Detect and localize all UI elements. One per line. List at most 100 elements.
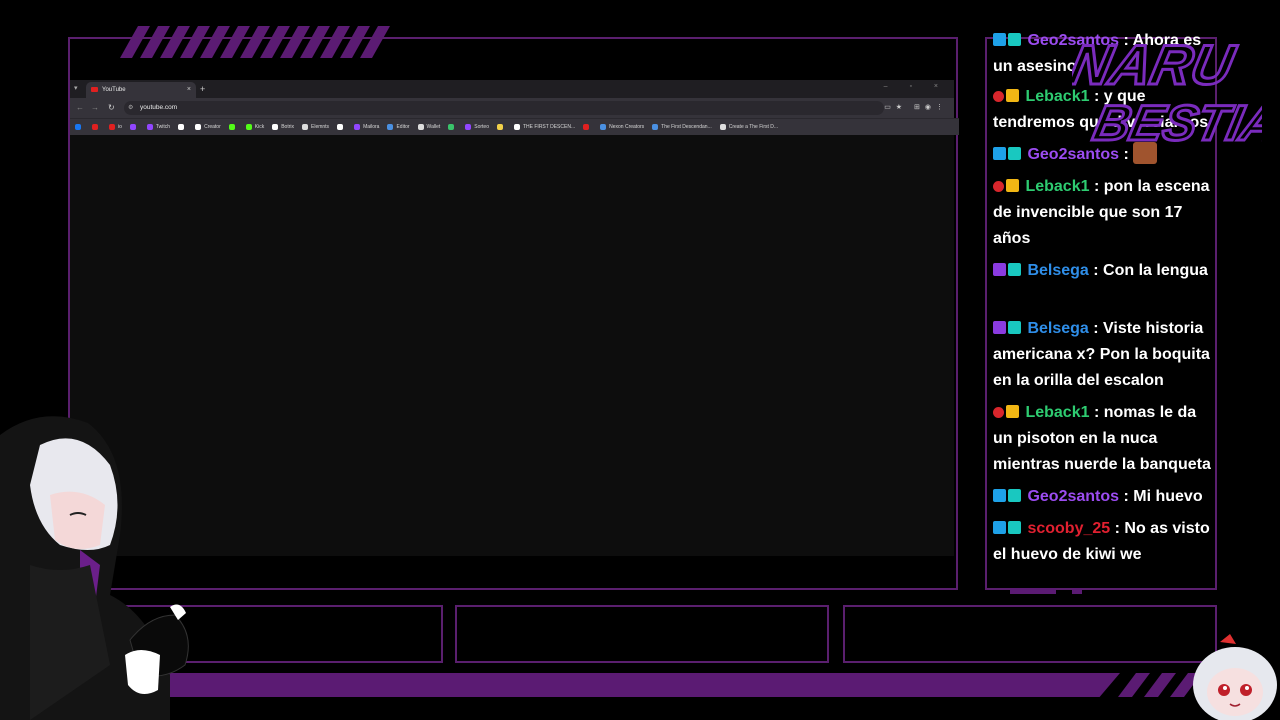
bookmark-kick-icon (245, 124, 252, 130)
svg-text:BESTIA: BESTIA (1089, 95, 1262, 151)
chat-message: scooby_25 : No as visto el huevo de kiwi… (993, 520, 1210, 563)
youtube-bookmark-icon (92, 124, 98, 130)
chat-message: Belsega : Viste historia americana x? Po… (993, 320, 1210, 389)
bookmark-sorteo[interactable]: Sorteo (465, 124, 489, 130)
bookmark-red-icon (583, 124, 590, 130)
teal-badge-icon (1008, 321, 1021, 334)
blue-badge-icon (993, 521, 1006, 534)
bookmark-mailora-icon (354, 124, 361, 130)
chat-message: Leback1 : pon la escena de invencible qu… (993, 178, 1210, 247)
browser-toolbar: ← → ↻ ⚙ youtube.com ▭★ ⊞◉⋮ (70, 98, 954, 118)
bottom-accent-bar (100, 673, 1120, 697)
bookmark-twitch[interactable]: Twitch (146, 124, 171, 130)
svg-text:NARU: NARU (1072, 34, 1241, 96)
gold-badge-icon (1006, 405, 1019, 418)
bookmark-label: THE FIRST DESCEN... (522, 124, 576, 130)
bookmark-label: Kick (254, 124, 265, 130)
chat-message: Leback1 : nomas le da un pisoton en la n… (993, 404, 1211, 473)
bookmark-label: Botrix (281, 124, 294, 130)
teal-badge-icon (1008, 147, 1021, 160)
bookmark-label: Wallet (426, 124, 441, 130)
reload-icon[interactable]: ↻ (108, 103, 115, 112)
bookmark-tfd[interactable]: The First Descendan... (652, 124, 712, 130)
facebook-bookmark[interactable] (75, 124, 84, 130)
site-info-icon[interactable]: ⚙ (128, 101, 133, 115)
bookmark-kick-icon[interactable] (228, 124, 238, 130)
bookmark-purple[interactable] (129, 124, 139, 130)
red-badge-icon (993, 407, 1004, 418)
browser-tab-bar: ▾ YouTube × + – ▫ × (70, 80, 954, 98)
bookmark-create[interactable]: Create a The First D... (719, 124, 779, 130)
chat-message: Geo2santos : Mi huevo (993, 484, 1219, 510)
bookmark-create-icon (719, 124, 726, 130)
bookmark-kick[interactable]: Kick (245, 124, 265, 130)
browser-tab-youtube[interactable]: YouTube × (86, 82, 196, 98)
back-arrow-icon[interactable]: ← (76, 103, 84, 112)
bottom-panel-center (455, 605, 829, 663)
bookmark-twitch-icon (146, 124, 153, 130)
bookmark-editor-icon (387, 124, 394, 130)
tab-search-icon[interactable]: ▾ (74, 84, 78, 92)
chat-scroll-indicator-small (1072, 588, 1082, 594)
teal-badge-icon (1008, 263, 1021, 276)
bookmark-kick-icon-icon (228, 124, 235, 130)
bookmark-yellow[interactable] (496, 124, 506, 130)
purple-badge-icon (993, 263, 1006, 276)
youtube-bookmark[interactable] (92, 124, 101, 130)
address-bar-url: youtube.com (140, 104, 178, 111)
bookmark-label: Sorteo (474, 124, 489, 130)
window-controls[interactable]: – ▫ × (884, 83, 948, 90)
bookmark-wallet-icon (417, 124, 424, 130)
address-bar[interactable]: ⚙ youtube.com (124, 101, 884, 115)
new-tab-button[interactable]: + (200, 82, 205, 96)
blue-badge-icon (993, 33, 1006, 46)
bookmark-label: Twitch (155, 124, 171, 130)
bookmark-creator[interactable]: Creator (195, 124, 221, 130)
tab-close-icon[interactable]: × (187, 82, 191, 98)
bookmark-io-icon (109, 124, 115, 130)
bookmark-editor[interactable]: Editor (387, 124, 410, 130)
bookmark-label: The First Descendan... (661, 124, 712, 130)
bookmark-red[interactable] (583, 124, 592, 130)
chat-username: Leback1 (1025, 178, 1090, 195)
teal-badge-icon (1008, 521, 1021, 534)
bookmark-label: Nexon Creators (609, 124, 645, 130)
vtuber-character-left (0, 416, 189, 720)
red-badge-icon (993, 91, 1004, 102)
bookmark-tiktok-icon (178, 124, 185, 130)
bookmark-x[interactable] (337, 124, 346, 130)
bookmark-io[interactable]: io (109, 124, 122, 130)
bookmark-wallet[interactable]: Wallet (417, 124, 441, 130)
bookmark-purple-icon (129, 124, 136, 130)
bookmark-label: Create a The First D... (728, 124, 779, 130)
chat-username: Belsega (1027, 262, 1089, 279)
forward-arrow-icon[interactable]: → (91, 103, 99, 112)
chat-message-text: Mi huevo (1133, 488, 1203, 505)
vtuber-character-right (1193, 634, 1277, 720)
bookmark-green-icon (448, 124, 455, 130)
bookmark-elements[interactable]: Elemnts (302, 124, 329, 130)
toolbar-actions[interactable]: ▭★ ⊞◉⋮ (884, 103, 948, 111)
bookmark-botrix[interactable]: Botrix (272, 124, 294, 130)
chat-scroll-indicator (1010, 588, 1056, 594)
red-badge-icon (993, 181, 1004, 192)
blue-badge-icon (993, 147, 1006, 160)
bookmark-green[interactable] (448, 124, 457, 130)
bookmark-sorteo-icon (465, 124, 472, 130)
chat-message-text: Con la lengua (1103, 262, 1208, 279)
bookmark-label: Editor (396, 124, 410, 130)
bookmark-label: Creator (204, 124, 221, 130)
gold-badge-icon (1006, 179, 1019, 192)
bottom-panel-right (843, 605, 1217, 663)
bookmark-tiktok[interactable] (178, 124, 187, 130)
bookmark-first-descendant[interactable]: THE FIRST DESCEN... (513, 124, 576, 130)
browser-tab-title: YouTube (102, 87, 126, 93)
bookmark-mailora[interactable]: Mailora (354, 124, 379, 130)
bookmark-label: Elemnts (311, 124, 330, 130)
bookmark-nexon-icon (600, 124, 607, 130)
chat-username: scooby_25 (1027, 520, 1111, 537)
bookmark-x-icon (337, 124, 344, 130)
bookmark-nexon[interactable]: Nexon Creators (600, 124, 644, 130)
teal-badge-icon (1008, 33, 1021, 46)
bookmark-tfd-icon (652, 124, 659, 130)
